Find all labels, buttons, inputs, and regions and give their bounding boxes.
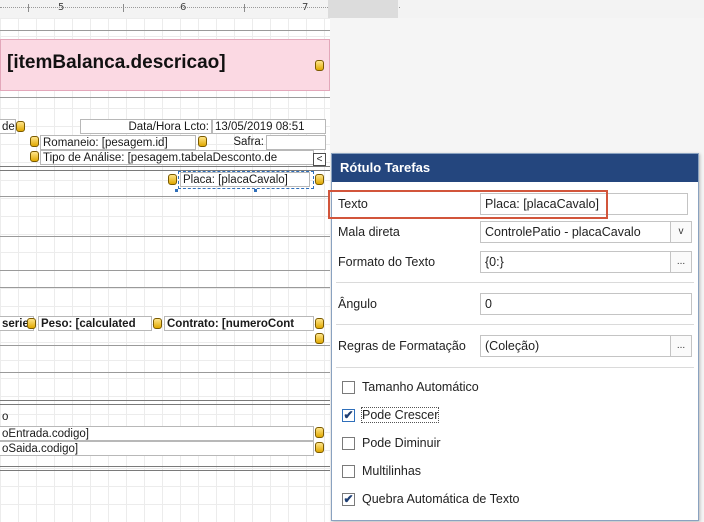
ruler-tick bbox=[123, 4, 124, 12]
ruler-number: 7 bbox=[302, 2, 309, 13]
band-separator bbox=[0, 236, 330, 237]
database-field-icon bbox=[315, 318, 324, 329]
angulo-input[interactable]: 0 bbox=[480, 293, 692, 315]
ellipsis-button[interactable]: ... bbox=[670, 252, 691, 272]
checkbox-box[interactable] bbox=[342, 465, 355, 478]
database-field-icon bbox=[315, 333, 324, 344]
database-field-icon bbox=[315, 442, 324, 453]
ruler-tick bbox=[28, 4, 29, 12]
field-fragment[interactable]: de bbox=[0, 119, 16, 134]
data-hora-label[interactable]: Data/Hora Lcto: bbox=[80, 119, 212, 134]
selection-handle[interactable] bbox=[175, 189, 178, 192]
ellipsis-button[interactable]: ... bbox=[670, 336, 691, 356]
band-separator bbox=[0, 196, 330, 197]
texto-row: Texto Placa: [placaCavalo] bbox=[332, 192, 698, 218]
angulo-row: Ângulo 0 bbox=[332, 292, 698, 318]
regras-label: Regras de Formatação bbox=[338, 339, 466, 353]
database-field-icon bbox=[30, 136, 39, 147]
regras-input[interactable]: (Coleção) ... bbox=[480, 335, 692, 357]
band-separator bbox=[0, 287, 330, 288]
romaneio-field[interactable]: Romaneio: [pesagem.id] bbox=[40, 135, 196, 150]
tipo-analise-field[interactable]: Tipo de Análise: [pesagem.tabelaDesconto… bbox=[40, 150, 314, 165]
chevron-down-icon[interactable]: v bbox=[670, 222, 691, 242]
mala-direta-row: Mala direta ControlePatio - placaCavalo … bbox=[332, 220, 698, 246]
smart-tag-button[interactable]: < bbox=[313, 153, 326, 166]
band-separator bbox=[0, 270, 330, 271]
database-field-icon bbox=[168, 174, 177, 185]
divider bbox=[336, 282, 694, 283]
regras-value: (Coleção) bbox=[485, 339, 540, 353]
database-field-icon bbox=[315, 427, 324, 438]
database-field-icon bbox=[16, 121, 25, 132]
field-fragment[interactable]: o bbox=[0, 410, 12, 425]
panel-title: Rótulo Tarefas bbox=[332, 154, 698, 182]
database-field-icon bbox=[198, 136, 207, 147]
database-field-icon bbox=[27, 318, 36, 329]
ruler-margin-area bbox=[328, 0, 398, 18]
saida-field[interactable]: oSaida.codigo] bbox=[0, 441, 314, 456]
band-separator bbox=[0, 372, 330, 373]
ruler-tick bbox=[244, 4, 245, 12]
band-separator bbox=[0, 30, 330, 31]
mala-direta-label: Mala direta bbox=[338, 225, 400, 239]
title-field-text: [itemBalanca.descricao] bbox=[7, 52, 226, 73]
label-tasks-panel: Rótulo Tarefas Texto Placa: [placaCavalo… bbox=[331, 153, 699, 521]
band-separator bbox=[0, 97, 330, 98]
checkbox-box[interactable] bbox=[342, 437, 355, 450]
placa-field[interactable]: Placa: [placaCavalo] bbox=[180, 172, 310, 187]
angulo-label: Ângulo bbox=[338, 297, 377, 311]
checkbox-label: Multilinhas bbox=[362, 464, 422, 478]
divider bbox=[336, 367, 694, 368]
checkbox-box[interactable] bbox=[342, 381, 355, 394]
band-separator bbox=[0, 466, 330, 471]
safra-label[interactable]: Safra: bbox=[212, 135, 266, 150]
band-separator bbox=[0, 345, 330, 346]
checkbox-label: Pode Diminuir bbox=[362, 436, 441, 450]
band-separator bbox=[0, 400, 330, 405]
title-field-box[interactable]: [itemBalanca.descricao] bbox=[0, 39, 330, 91]
database-field-icon bbox=[30, 151, 39, 162]
mala-direta-value: ControlePatio - placaCavalo bbox=[485, 225, 641, 239]
checkbox-label: Pode Crescer bbox=[360, 407, 440, 423]
selection-handle[interactable] bbox=[254, 189, 257, 192]
regras-row: Regras de Formatação (Coleção) ... bbox=[332, 334, 698, 360]
data-hora-value[interactable]: 13/05/2019 08:51 bbox=[212, 119, 326, 134]
database-field-icon bbox=[315, 174, 324, 185]
mala-direta-select[interactable]: ControlePatio - placaCavalo v bbox=[480, 221, 692, 243]
checkbox-label: Tamanho Automático bbox=[362, 380, 479, 394]
horizontal-ruler: 5 6 7 bbox=[0, 0, 704, 19]
database-field-icon bbox=[153, 318, 162, 329]
database-field-icon bbox=[315, 60, 324, 71]
safra-value[interactable] bbox=[266, 135, 326, 150]
formato-input[interactable]: {0:} ... bbox=[480, 251, 692, 273]
ruler-number: 5 bbox=[58, 2, 65, 13]
checkbox-box-checked[interactable]: ✔ bbox=[342, 409, 355, 422]
contrato-field[interactable]: Contrato: [numeroCont bbox=[164, 316, 314, 331]
ruler-number: 6 bbox=[180, 2, 187, 13]
checkbox-label: Quebra Automática de Texto bbox=[362, 492, 520, 506]
texto-input[interactable]: Placa: [placaCavalo] bbox=[480, 193, 688, 215]
peso-field[interactable]: Peso: [calculated bbox=[38, 316, 152, 331]
texto-label: Texto bbox=[338, 197, 368, 211]
formato-value: {0:} bbox=[485, 255, 504, 269]
checkbox-box-checked[interactable]: ✔ bbox=[342, 493, 355, 506]
divider bbox=[336, 324, 694, 325]
formato-label: Formato do Texto bbox=[338, 255, 436, 269]
formato-row: Formato do Texto {0:} ... bbox=[332, 250, 698, 276]
entrada-field[interactable]: oEntrada.codigo] bbox=[0, 426, 314, 441]
